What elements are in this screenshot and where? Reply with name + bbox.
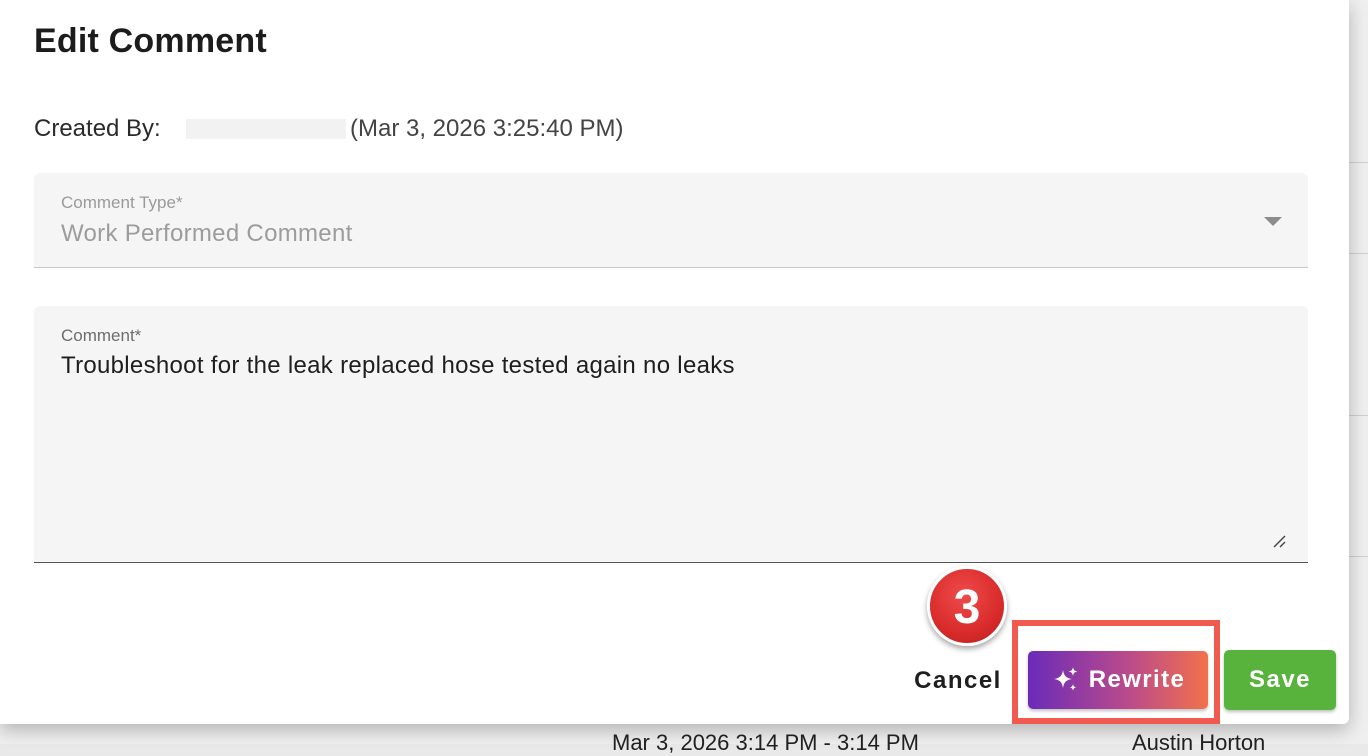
comment-type-value: Work Performed Comment bbox=[61, 220, 353, 247]
annotation-highlight-box bbox=[1012, 620, 1220, 724]
created-date: (Mar 3, 2026 3:25:40 PM) bbox=[350, 115, 624, 142]
created-by-label: Created By: bbox=[34, 115, 161, 142]
comment-textarea[interactable]: Comment* Troubleshoot for the leak repla… bbox=[34, 306, 1308, 563]
background-divider bbox=[1348, 415, 1368, 416]
background-divider bbox=[1348, 162, 1368, 163]
comment-type-select[interactable]: Comment Type* Work Performed Comment bbox=[34, 173, 1308, 268]
resize-handle-icon[interactable] bbox=[1272, 534, 1286, 548]
comment-type-label: Comment Type* bbox=[61, 193, 183, 212]
annotation-step-badge: 3 bbox=[927, 566, 1007, 646]
background-row-person: Austin Horton bbox=[1132, 730, 1266, 755]
background-divider bbox=[1348, 556, 1368, 557]
dropdown-arrow-icon[interactable] bbox=[1264, 217, 1282, 226]
comment-label: Comment* bbox=[61, 326, 142, 345]
created-by-user-redacted bbox=[186, 119, 346, 139]
dialog-title: Edit Comment bbox=[34, 22, 267, 60]
save-button[interactable]: Save bbox=[1224, 650, 1336, 710]
comment-text-value[interactable]: Troubleshoot for the leak replaced hose … bbox=[61, 352, 735, 380]
cancel-button[interactable]: Cancel bbox=[906, 662, 1010, 700]
edit-comment-dialog: Edit Comment Created By: (Mar 3, 2026 3:… bbox=[0, 0, 1349, 724]
background-divider bbox=[1348, 253, 1368, 254]
background-row-time: Mar 3, 2026 3:14 PM - 3:14 PM bbox=[612, 730, 919, 755]
